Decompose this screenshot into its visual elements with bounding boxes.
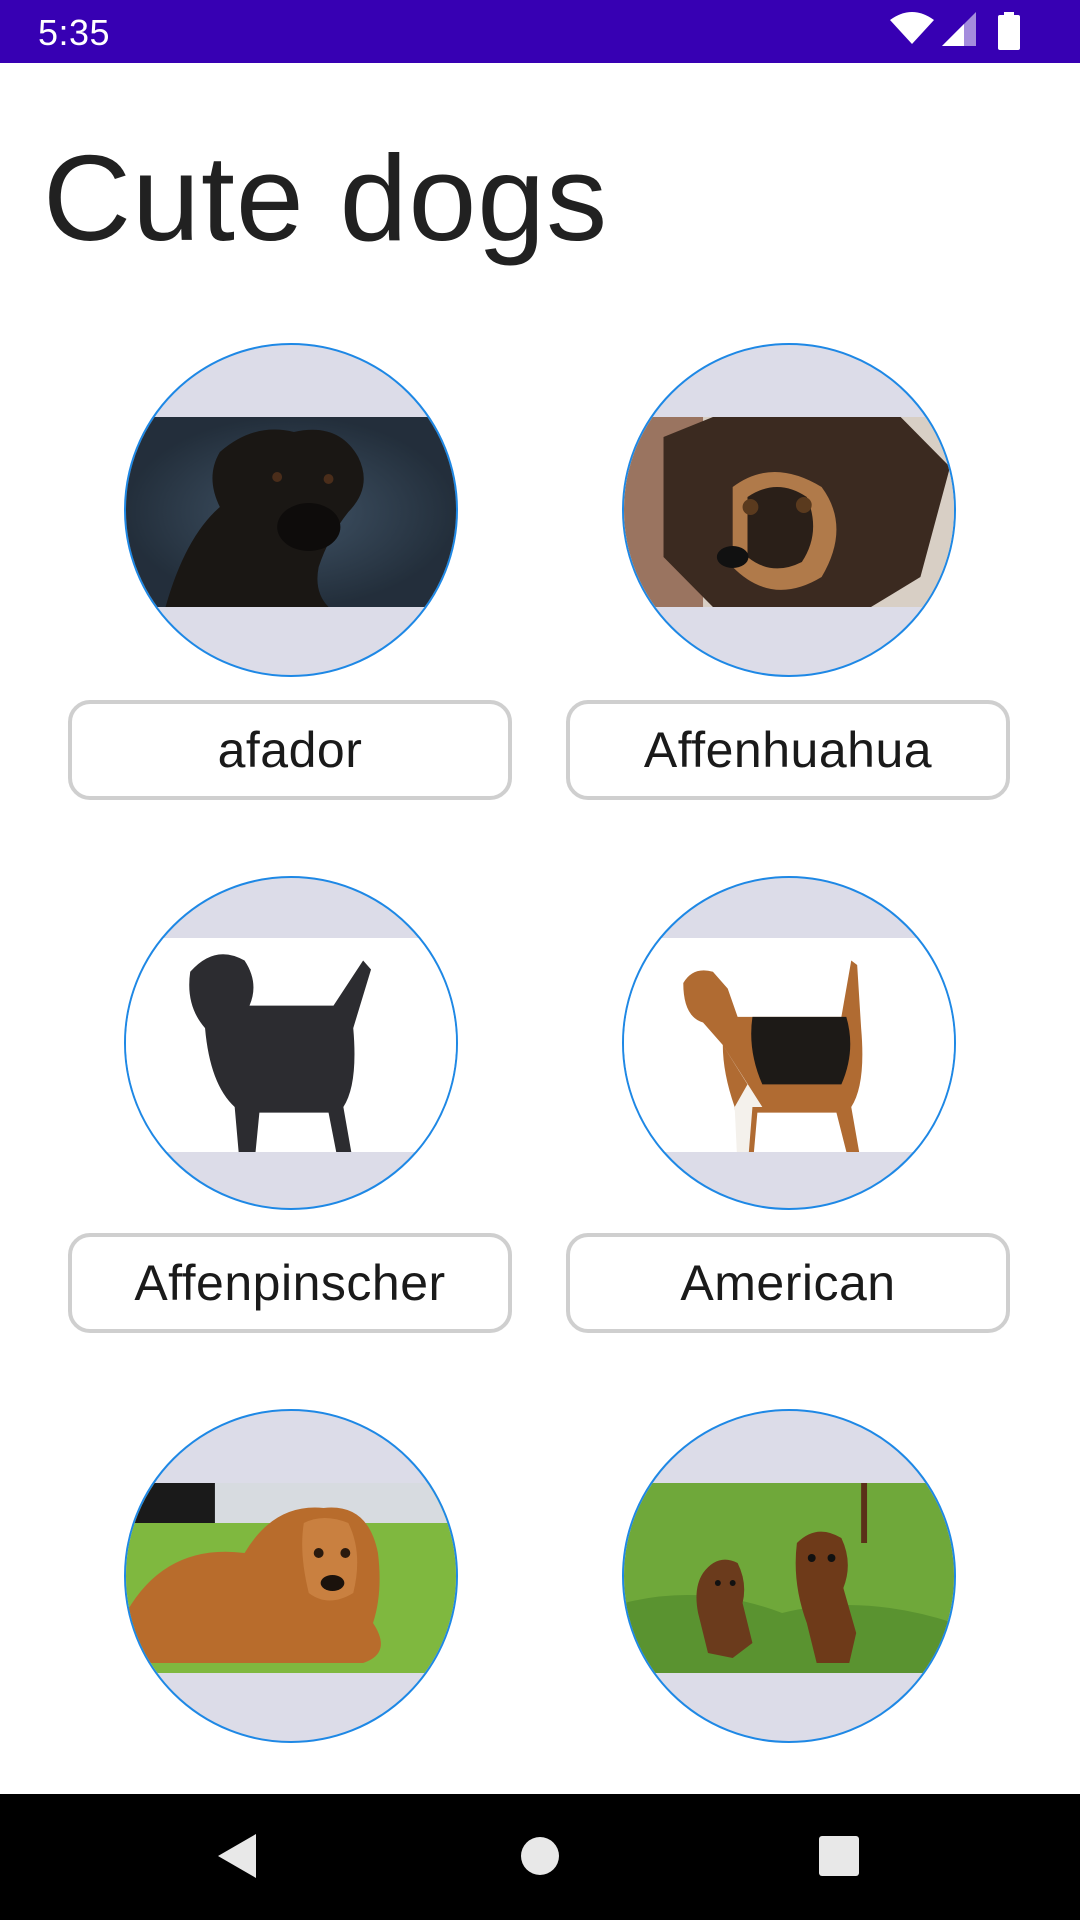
breed-button[interactable]: afador (68, 700, 512, 800)
dog-avatar[interactable] (124, 343, 458, 677)
dog-avatar[interactable] (124, 876, 458, 1210)
breed-label: Affenpinscher (134, 1255, 446, 1311)
dog-avatar[interactable] (124, 1409, 458, 1743)
dog-photo (126, 938, 456, 1152)
dog-photo (624, 938, 954, 1152)
breed-button[interactable]: Affenpinscher (68, 1233, 512, 1333)
breed-label: afador (217, 722, 363, 778)
recents-icon[interactable] (817, 1832, 861, 1880)
dog-grid: afador Affenhuahua Affenpinscher America… (0, 0, 1080, 1920)
dog-photo (624, 1483, 954, 1673)
breed-label: American (680, 1255, 896, 1311)
home-icon[interactable] (518, 1832, 562, 1880)
back-icon[interactable] (216, 1832, 260, 1880)
dog-avatar[interactable] (622, 343, 956, 677)
breed-label: Affenhuahua (643, 722, 933, 778)
breed-button[interactable]: Affenhuahua (566, 700, 1010, 800)
dog-avatar[interactable] (622, 1409, 956, 1743)
dog-photo (126, 417, 456, 607)
breed-button[interactable]: American (566, 1233, 1010, 1333)
navigation-bar (0, 1794, 1080, 1920)
dog-avatar[interactable] (622, 876, 956, 1210)
dog-photo (126, 1483, 456, 1673)
dog-photo (624, 417, 954, 607)
